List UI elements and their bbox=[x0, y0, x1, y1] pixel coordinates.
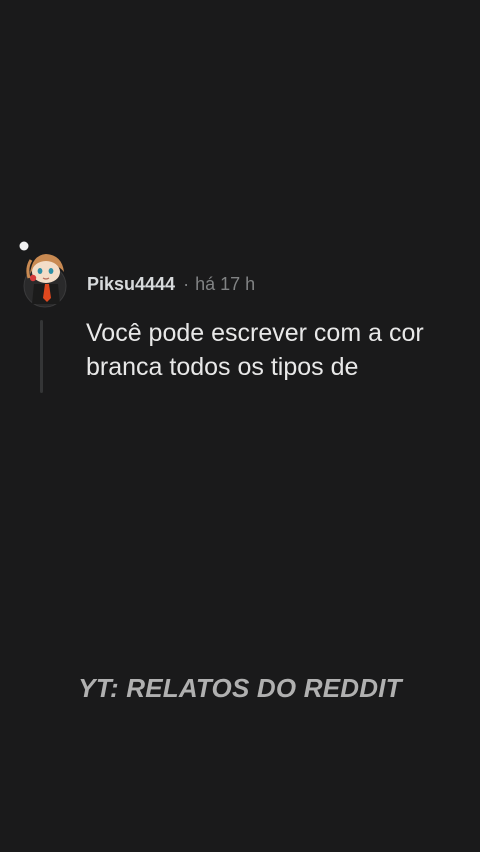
comment-meta: Piksu4444 · há 17 h bbox=[87, 272, 255, 296]
snoo-avatar-icon[interactable] bbox=[18, 238, 72, 308]
username-link[interactable]: Piksu4444 bbox=[87, 274, 175, 295]
channel-watermark: YT: RELATOS DO REDDIT bbox=[78, 673, 402, 703]
comment-body: Você pode escrever com a cor branca todo… bbox=[86, 319, 424, 381]
thread-line[interactable] bbox=[40, 320, 43, 393]
meta-separator: · bbox=[183, 273, 190, 294]
comment-timestamp: há 17 h bbox=[195, 273, 256, 294]
